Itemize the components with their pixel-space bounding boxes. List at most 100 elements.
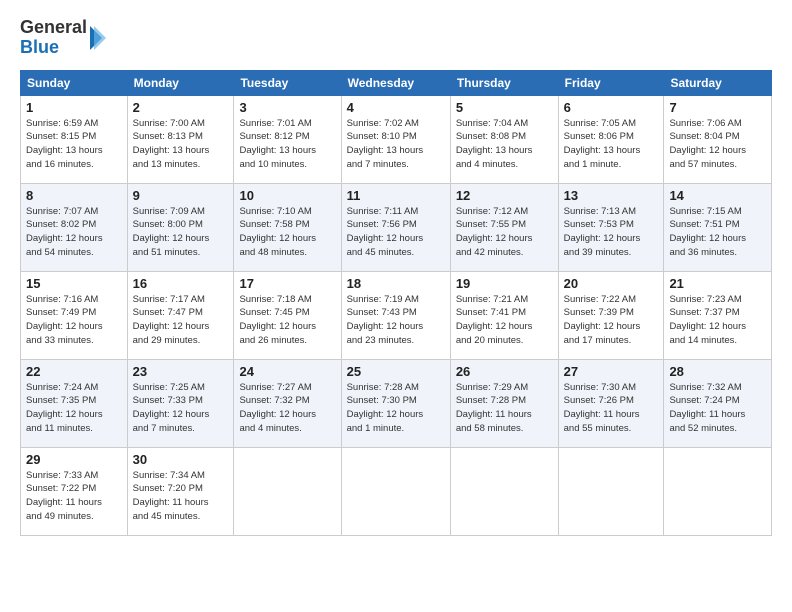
logo-blue: Blue bbox=[20, 38, 87, 58]
day-detail: Sunrise: 7:32 AMSunset: 7:24 PMDaylight:… bbox=[669, 381, 766, 436]
day-number: 2 bbox=[133, 100, 229, 115]
day-detail: Sunrise: 7:07 AMSunset: 8:02 PMDaylight:… bbox=[26, 205, 122, 260]
calendar-cell: 19 Sunrise: 7:21 AMSunset: 7:41 PMDayligh… bbox=[450, 271, 558, 359]
calendar-cell bbox=[341, 447, 450, 535]
day-detail: Sunrise: 7:21 AMSunset: 7:41 PMDaylight:… bbox=[456, 293, 553, 348]
calendar-cell: 9 Sunrise: 7:09 AMSunset: 8:00 PMDaylight… bbox=[127, 183, 234, 271]
day-number: 20 bbox=[564, 276, 659, 291]
logo-chevrons bbox=[90, 22, 106, 54]
col-header-tuesday: Tuesday bbox=[234, 70, 341, 95]
day-number: 19 bbox=[456, 276, 553, 291]
day-number: 23 bbox=[133, 364, 229, 379]
day-detail: Sunrise: 7:18 AMSunset: 7:45 PMDaylight:… bbox=[239, 293, 335, 348]
calendar-cell: 10 Sunrise: 7:10 AMSunset: 7:58 PMDayligh… bbox=[234, 183, 341, 271]
day-detail: Sunrise: 7:23 AMSunset: 7:37 PMDaylight:… bbox=[669, 293, 766, 348]
day-number: 4 bbox=[347, 100, 445, 115]
day-detail: Sunrise: 7:22 AMSunset: 7:39 PMDaylight:… bbox=[564, 293, 659, 348]
day-detail: Sunrise: 7:10 AMSunset: 7:58 PMDaylight:… bbox=[239, 205, 335, 260]
calendar-cell: 30 Sunrise: 7:34 AMSunset: 7:20 PMDayligh… bbox=[127, 447, 234, 535]
calendar-cell: 20 Sunrise: 7:22 AMSunset: 7:39 PMDayligh… bbox=[558, 271, 664, 359]
day-detail: Sunrise: 7:02 AMSunset: 8:10 PMDaylight:… bbox=[347, 117, 445, 172]
calendar-cell bbox=[450, 447, 558, 535]
calendar-table: SundayMondayTuesdayWednesdayThursdayFrid… bbox=[20, 70, 772, 536]
day-number: 7 bbox=[669, 100, 766, 115]
day-detail: Sunrise: 7:00 AMSunset: 8:13 PMDaylight:… bbox=[133, 117, 229, 172]
calendar-cell: 24 Sunrise: 7:27 AMSunset: 7:32 PMDayligh… bbox=[234, 359, 341, 447]
calendar-cell bbox=[234, 447, 341, 535]
calendar-cell: 3Sunrise: 7:01 AMSunset: 8:12 PMDaylight… bbox=[234, 95, 341, 183]
day-detail: Sunrise: 7:28 AMSunset: 7:30 PMDaylight:… bbox=[347, 381, 445, 436]
day-number: 25 bbox=[347, 364, 445, 379]
day-detail: Sunrise: 7:30 AMSunset: 7:26 PMDaylight:… bbox=[564, 381, 659, 436]
day-detail: Sunrise: 7:06 AMSunset: 8:04 PMDaylight:… bbox=[669, 117, 766, 172]
col-header-monday: Monday bbox=[127, 70, 234, 95]
calendar-cell: 22 Sunrise: 7:24 AMSunset: 7:35 PMDayligh… bbox=[21, 359, 128, 447]
day-detail: Sunrise: 7:24 AMSunset: 7:35 PMDaylight:… bbox=[26, 381, 122, 436]
day-number: 12 bbox=[456, 188, 553, 203]
day-number: 24 bbox=[239, 364, 335, 379]
day-number: 15 bbox=[26, 276, 122, 291]
day-detail: Sunrise: 7:09 AMSunset: 8:00 PMDaylight:… bbox=[133, 205, 229, 260]
day-detail: Sunrise: 7:34 AMSunset: 7:20 PMDaylight:… bbox=[133, 469, 229, 524]
day-number: 13 bbox=[564, 188, 659, 203]
calendar-cell: 5 Sunrise: 7:04 AMSunset: 8:08 PMDaylight… bbox=[450, 95, 558, 183]
day-detail: Sunrise: 7:11 AMSunset: 7:56 PMDaylight:… bbox=[347, 205, 445, 260]
day-detail: Sunrise: 7:16 AMSunset: 7:49 PMDaylight:… bbox=[26, 293, 122, 348]
calendar-cell: 16Sunrise: 7:17 AMSunset: 7:47 PMDayligh… bbox=[127, 271, 234, 359]
header: General Blue bbox=[20, 18, 772, 58]
calendar-cell: 15 Sunrise: 7:16 AMSunset: 7:49 PMDayligh… bbox=[21, 271, 128, 359]
calendar-cell: 21 Sunrise: 7:23 AMSunset: 7:37 PMDayligh… bbox=[664, 271, 772, 359]
col-header-wednesday: Wednesday bbox=[341, 70, 450, 95]
calendar-cell: 8 Sunrise: 7:07 AMSunset: 8:02 PMDaylight… bbox=[21, 183, 128, 271]
calendar-cell: 17Sunrise: 7:18 AMSunset: 7:45 PMDayligh… bbox=[234, 271, 341, 359]
day-number: 21 bbox=[669, 276, 766, 291]
day-number: 8 bbox=[26, 188, 122, 203]
day-number: 18 bbox=[347, 276, 445, 291]
calendar-cell: 11 Sunrise: 7:11 AMSunset: 7:56 PMDayligh… bbox=[341, 183, 450, 271]
day-detail: Sunrise: 6:59 AMSunset: 8:15 PMDaylight:… bbox=[26, 117, 122, 172]
calendar-cell: 4 Sunrise: 7:02 AMSunset: 8:10 PMDaylight… bbox=[341, 95, 450, 183]
calendar-cell: 25 Sunrise: 7:28 AMSunset: 7:30 PMDayligh… bbox=[341, 359, 450, 447]
day-number: 10 bbox=[239, 188, 335, 203]
col-header-friday: Friday bbox=[558, 70, 664, 95]
calendar-cell bbox=[558, 447, 664, 535]
day-number: 5 bbox=[456, 100, 553, 115]
day-number: 11 bbox=[347, 188, 445, 203]
day-detail: Sunrise: 7:04 AMSunset: 8:08 PMDaylight:… bbox=[456, 117, 553, 172]
day-number: 29 bbox=[26, 452, 122, 467]
col-header-saturday: Saturday bbox=[664, 70, 772, 95]
day-detail: Sunrise: 7:17 AMSunset: 7:47 PMDaylight:… bbox=[133, 293, 229, 348]
logo-wordmark: General Blue bbox=[20, 18, 106, 58]
day-detail: Sunrise: 7:13 AMSunset: 7:53 PMDaylight:… bbox=[564, 205, 659, 260]
calendar-cell: 29 Sunrise: 7:33 AMSunset: 7:22 PMDayligh… bbox=[21, 447, 128, 535]
day-detail: Sunrise: 7:19 AMSunset: 7:43 PMDaylight:… bbox=[347, 293, 445, 348]
calendar-cell: 27Sunrise: 7:30 AMSunset: 7:26 PMDayligh… bbox=[558, 359, 664, 447]
col-header-thursday: Thursday bbox=[450, 70, 558, 95]
day-detail: Sunrise: 7:27 AMSunset: 7:32 PMDaylight:… bbox=[239, 381, 335, 436]
col-header-sunday: Sunday bbox=[21, 70, 128, 95]
calendar-cell: 1 Sunrise: 6:59 AMSunset: 8:15 PMDaylight… bbox=[21, 95, 128, 183]
day-number: 1 bbox=[26, 100, 122, 115]
day-number: 14 bbox=[669, 188, 766, 203]
day-detail: Sunrise: 7:33 AMSunset: 7:22 PMDaylight:… bbox=[26, 469, 122, 524]
calendar-cell: 7 Sunrise: 7:06 AMSunset: 8:04 PMDaylight… bbox=[664, 95, 772, 183]
day-detail: Sunrise: 7:25 AMSunset: 7:33 PMDaylight:… bbox=[133, 381, 229, 436]
calendar-cell: 26Sunrise: 7:29 AMSunset: 7:28 PMDayligh… bbox=[450, 359, 558, 447]
day-number: 26 bbox=[456, 364, 553, 379]
logo: General Blue bbox=[20, 18, 106, 58]
calendar-cell: 12Sunrise: 7:12 AMSunset: 7:55 PMDayligh… bbox=[450, 183, 558, 271]
day-number: 30 bbox=[133, 452, 229, 467]
day-number: 6 bbox=[564, 100, 659, 115]
calendar-cell: 18 Sunrise: 7:19 AMSunset: 7:43 PMDayligh… bbox=[341, 271, 450, 359]
day-number: 22 bbox=[26, 364, 122, 379]
calendar-cell: 14 Sunrise: 7:15 AMSunset: 7:51 PMDayligh… bbox=[664, 183, 772, 271]
calendar-cell: 23 Sunrise: 7:25 AMSunset: 7:33 PMDayligh… bbox=[127, 359, 234, 447]
calendar-cell: 28Sunrise: 7:32 AMSunset: 7:24 PMDayligh… bbox=[664, 359, 772, 447]
calendar-page: General Blue SundayMondayTuesdayWednesda… bbox=[0, 0, 792, 612]
day-detail: Sunrise: 7:15 AMSunset: 7:51 PMDaylight:… bbox=[669, 205, 766, 260]
logo-general: General bbox=[20, 18, 87, 38]
day-number: 9 bbox=[133, 188, 229, 203]
calendar-cell: 13 Sunrise: 7:13 AMSunset: 7:53 PMDayligh… bbox=[558, 183, 664, 271]
calendar-cell: 6Sunrise: 7:05 AMSunset: 8:06 PMDaylight… bbox=[558, 95, 664, 183]
calendar-cell: 2 Sunrise: 7:00 AMSunset: 8:13 PMDaylight… bbox=[127, 95, 234, 183]
